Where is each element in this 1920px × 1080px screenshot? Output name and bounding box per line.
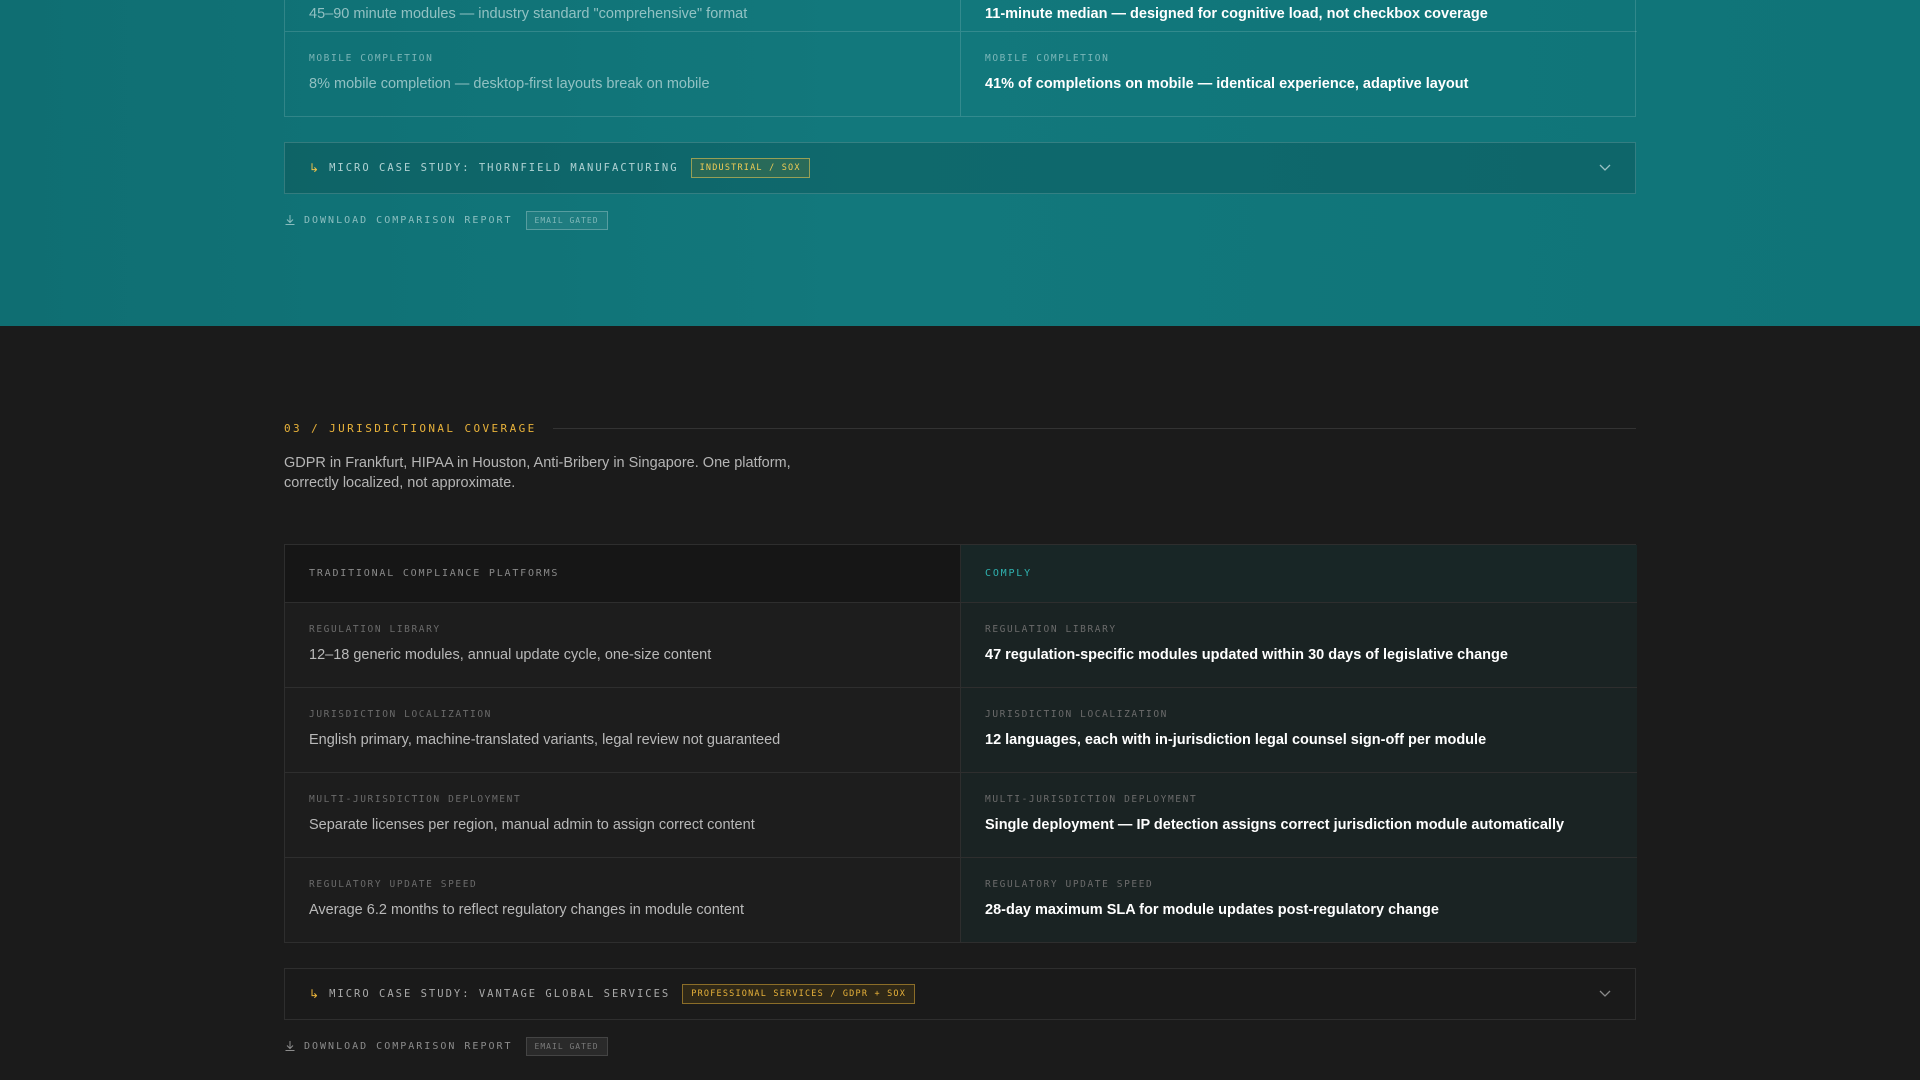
cell-text: Separate licenses per region, manual adm… [309, 817, 755, 833]
email-gated-badge: EMAIL GATED [525, 1036, 608, 1056]
download-report-link[interactable]: DOWNLOAD COMPARISON REPORT EMAIL GATED [284, 210, 1636, 230]
download-label: DOWNLOAD COMPARISON REPORT [304, 214, 513, 226]
cell-text: Average 6.2 months to reflect regulatory… [309, 902, 744, 918]
download-report-link[interactable]: DOWNLOAD COMPARISON REPORT EMAIL GATED [284, 1036, 1636, 1056]
cell-text: Single deployment — IP detection assigns… [985, 817, 1565, 833]
industry-tag: INDUSTRIAL / SOX [690, 158, 810, 178]
heading-divider [552, 428, 1636, 429]
table-cell-left: 45–90 minute modules — industry standard… [285, 0, 961, 31]
cell-text: 45–90 minute modules — industry standard… [309, 6, 748, 22]
table-cell-left: REGULATION LIBRARY 12–18 generic modules… [285, 602, 961, 687]
jurisdiction-section: 03 / JURISDICTIONAL COVERAGE GDPR in Fra… [0, 326, 1920, 1080]
table-cell-left: JURISDICTION LOCALIZATION English primar… [285, 687, 961, 772]
cell-text: 47 regulation-specific modules updated w… [985, 647, 1508, 663]
row-label: MOBILE COMPLETION [985, 53, 1110, 64]
case-study-title: MICRO CASE STUDY: VANTAGE GLOBAL SERVICE… [329, 988, 671, 1000]
table-cell-right: REGULATION LIBRARY 47 regulation-specifi… [961, 602, 1637, 687]
cell-text: 41% of completions on mobile — identical… [985, 76, 1469, 92]
case-study-toggle[interactable]: ↳ MICRO CASE STUDY: THORNFIELD MANUFACTU… [284, 142, 1636, 194]
return-arrow-icon: ↳ [309, 987, 320, 1001]
email-gated-badge: EMAIL GATED [525, 210, 608, 230]
column-header-label: TRADITIONAL COMPLIANCE PLATFORMS [309, 568, 560, 579]
download-label: DOWNLOAD COMPARISON REPORT [304, 1040, 513, 1052]
row-label: MOBILE COMPLETION [309, 53, 434, 64]
section-title: 03 / JURISDICTIONAL COVERAGE [284, 422, 537, 435]
return-arrow-icon: ↳ [309, 161, 320, 175]
table-cell-right: 11-minute median — designed for cognitiv… [961, 0, 1637, 31]
chevron-down-icon[interactable] [1599, 162, 1611, 174]
column-header-traditional: TRADITIONAL COMPLIANCE PLATFORMS [285, 545, 961, 602]
case-study-toggle[interactable]: ↳ MICRO CASE STUDY: VANTAGE GLOBAL SERVI… [284, 968, 1636, 1020]
table-cell-right: JURISDICTION LOCALIZATION 12 languages, … [961, 687, 1637, 772]
table-cell-left: REGULATORY UPDATE SPEED Average 6.2 mont… [285, 857, 961, 942]
download-icon [285, 215, 295, 225]
row-label: REGULATORY UPDATE SPEED [309, 879, 478, 890]
table-cell-right: MOBILE COMPLETION 41% of completions on … [961, 31, 1637, 116]
row-label: JURISDICTION LOCALIZATION [985, 709, 1168, 720]
row-label: REGULATORY UPDATE SPEED [985, 879, 1154, 890]
download-icon [285, 1041, 295, 1051]
chevron-down-icon[interactable] [1599, 988, 1611, 1000]
row-label: MULTI-JURISDICTION DEPLOYMENT [309, 794, 522, 805]
cell-text: 8% mobile completion — desktop-first lay… [309, 76, 710, 92]
cell-text: 12 languages, each with in-jurisdiction … [985, 732, 1487, 748]
cell-text: 12–18 generic modules, annual update cyc… [309, 647, 712, 663]
row-label: REGULATION LIBRARY [309, 624, 441, 635]
row-label: JURISDICTION LOCALIZATION [309, 709, 492, 720]
table-cell-right: MULTI-JURISDICTION DEPLOYMENT Single dep… [961, 772, 1637, 857]
table-cell-right: REGULATORY UPDATE SPEED 28-day maximum S… [961, 857, 1637, 942]
section-heading: 03 / JURISDICTIONAL COVERAGE [284, 422, 1636, 435]
jurisdiction-comparison-table: TRADITIONAL COMPLIANCE PLATFORMS COMPLY … [284, 544, 1637, 943]
cell-text: 28-day maximum SLA for module updates po… [985, 902, 1439, 918]
case-study-title: MICRO CASE STUDY: THORNFIELD MANUFACTURI… [329, 162, 679, 174]
cell-text: English primary, machine-translated vari… [309, 732, 781, 748]
row-label: MULTI-JURISDICTION DEPLOYMENT [985, 794, 1198, 805]
section-intro: GDPR in Frankfurt, HIPAA in Houston, Ant… [284, 455, 791, 491]
column-header-label: COMPLY [985, 568, 1032, 579]
comparison-table: 45–90 minute modules — industry standard… [284, 0, 1637, 117]
teal-comparison-section: 45–90 minute modules — industry standard… [0, 0, 1920, 326]
table-cell-left: MULTI-JURISDICTION DEPLOYMENT Separate l… [285, 772, 961, 857]
table-cell-left: MOBILE COMPLETION 8% mobile completion —… [285, 31, 961, 116]
row-label: REGULATION LIBRARY [985, 624, 1117, 635]
cell-text: 11-minute median — designed for cognitiv… [985, 6, 1488, 22]
industry-tag: PROFESSIONAL SERVICES / GDPR + SOX [682, 984, 916, 1004]
column-header-comply: COMPLY [961, 545, 1637, 602]
